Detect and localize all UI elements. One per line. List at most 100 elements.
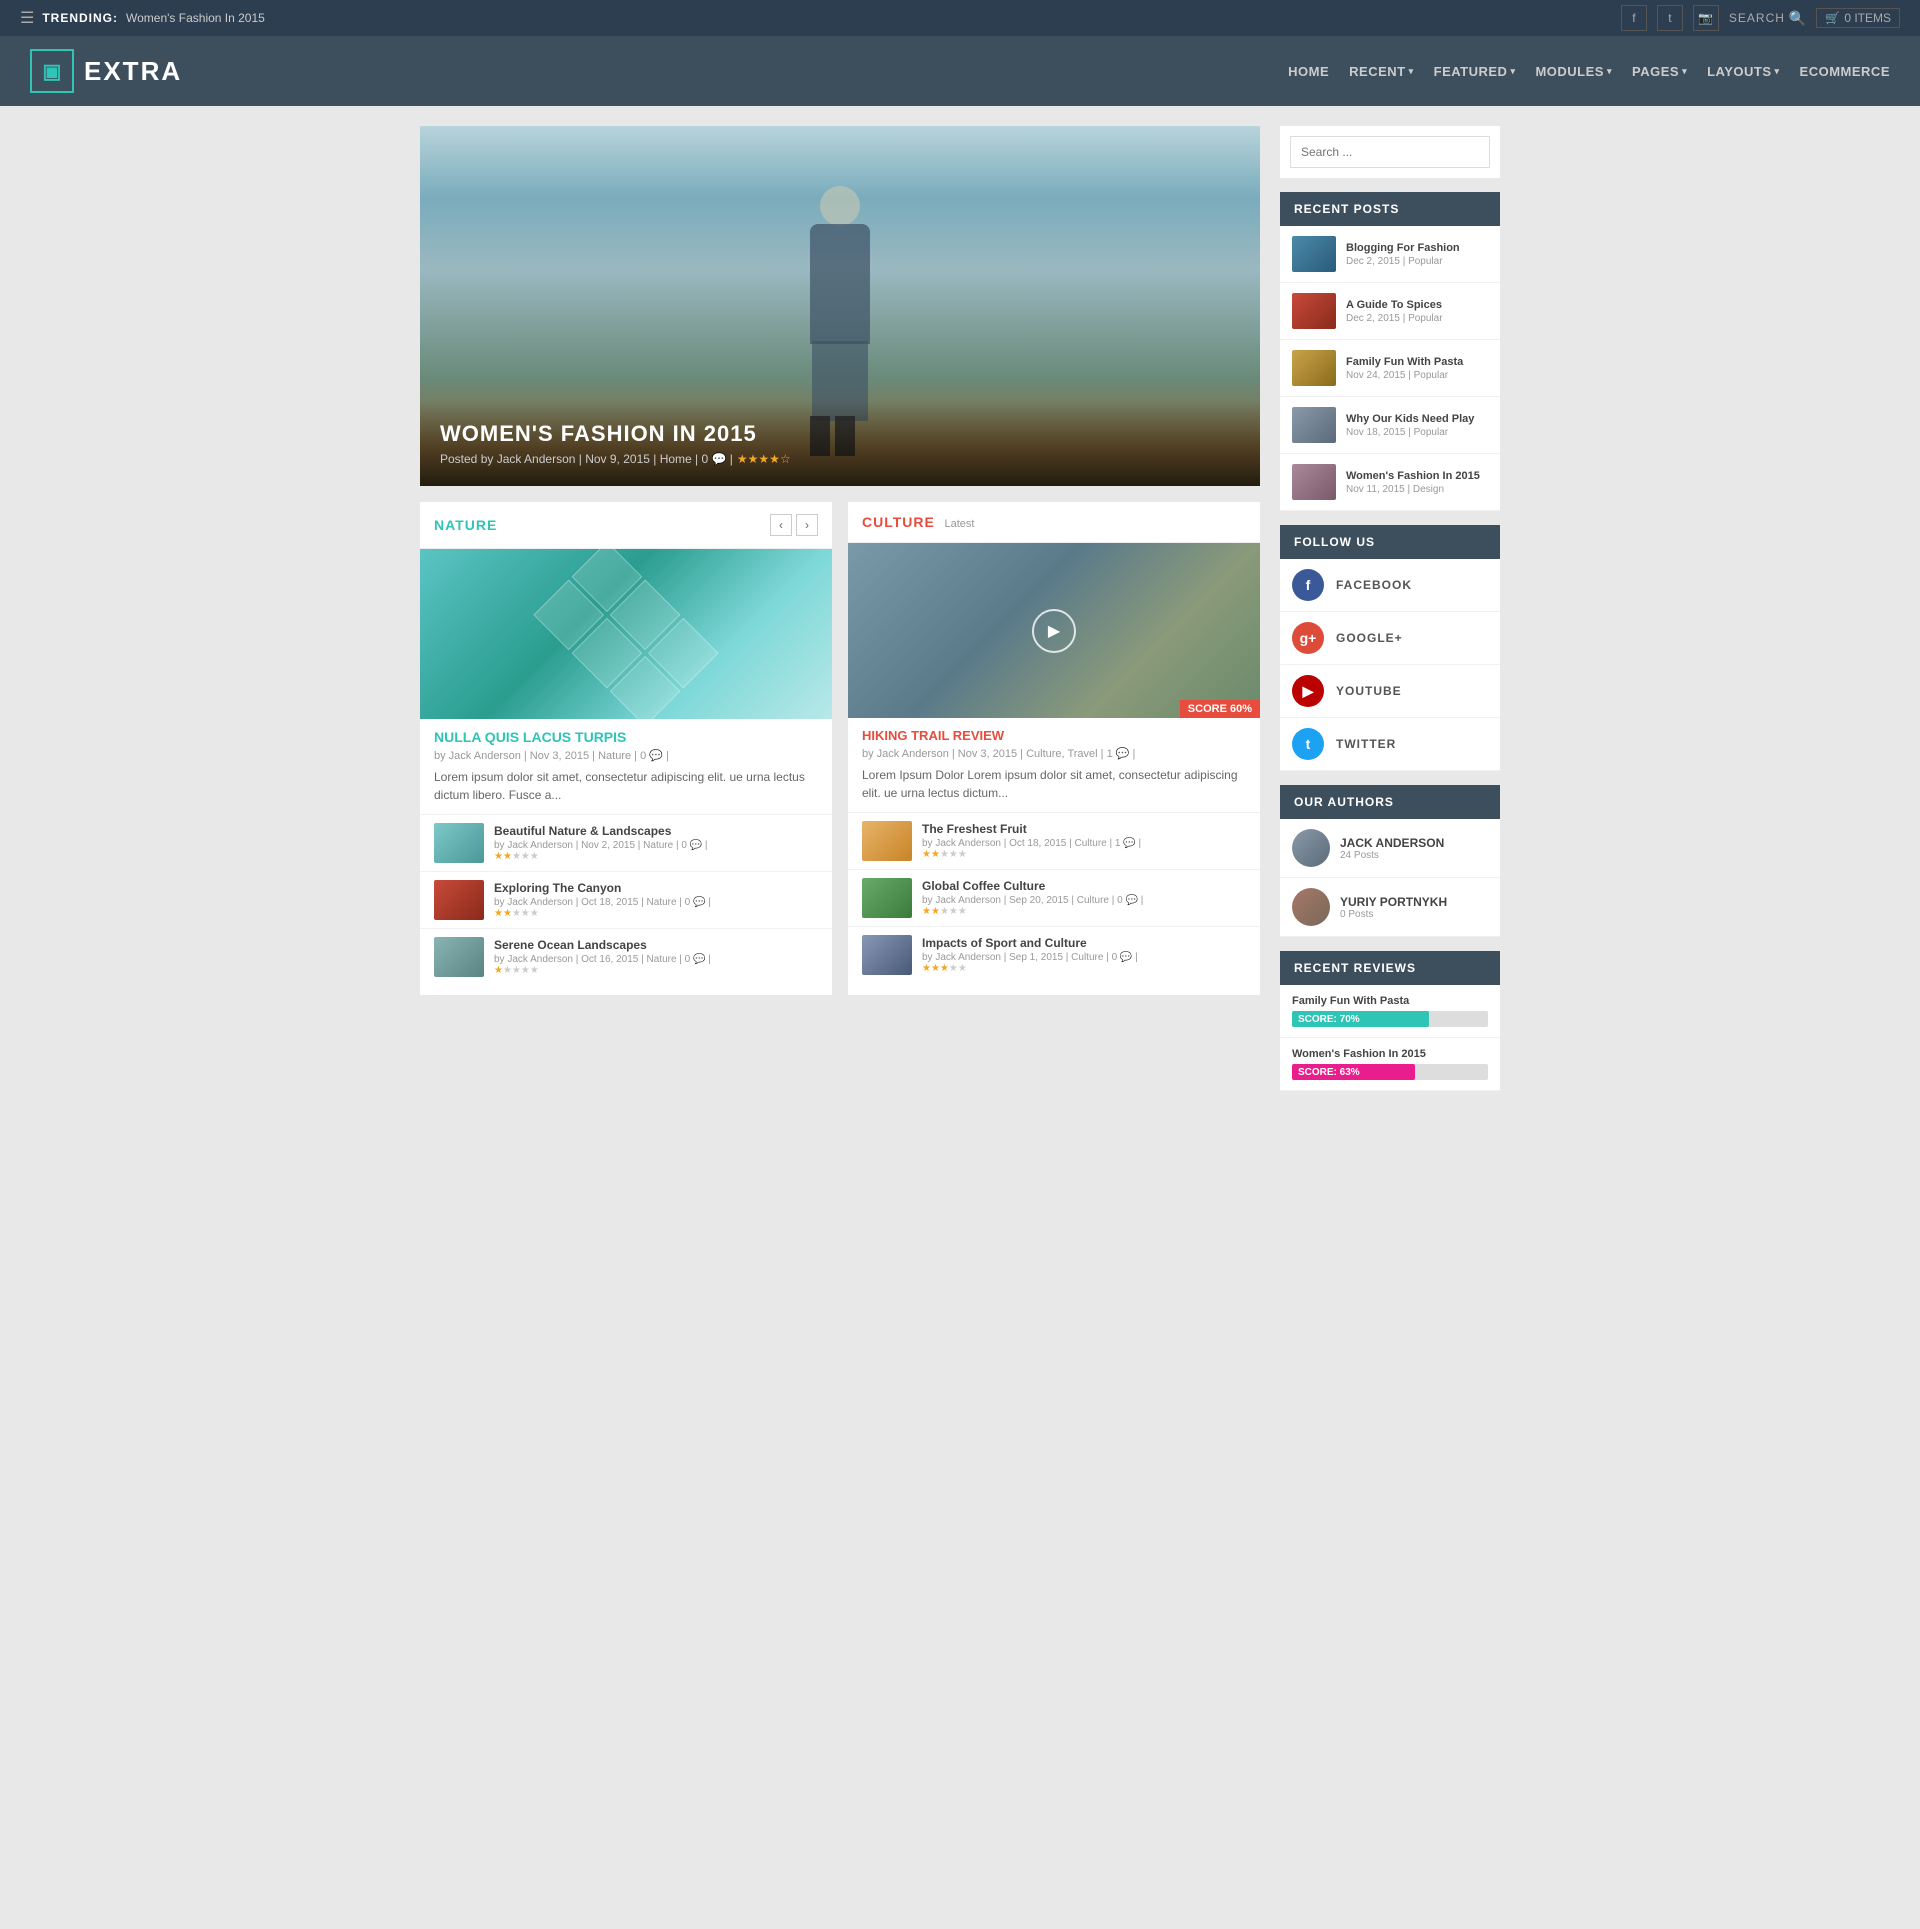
recent-posts-widget: RECENT POSTS Blogging For Fashion Dec 2,… xyxy=(1280,192,1500,511)
thumb xyxy=(434,937,484,977)
list-item: The Freshest Fruit by Jack Anderson | Oc… xyxy=(848,812,1260,869)
recent-post-content: Blogging For Fashion Dec 2, 2015 | Popul… xyxy=(1346,242,1460,267)
recent-post-item: Why Our Kids Need Play Nov 18, 2015 | Po… xyxy=(1280,397,1500,454)
nature-featured-meta: by Jack Anderson | Nov 3, 2015 | Nature … xyxy=(420,749,832,762)
follow-google[interactable]: g+ GOOGLE+ xyxy=(1280,612,1500,665)
recent-post-item: A Guide To Spices Dec 2, 2015 | Popular xyxy=(1280,283,1500,340)
nature-header: NATURE ‹ › xyxy=(420,502,832,549)
recent-post-title[interactable]: Women's Fashion In 2015 xyxy=(1346,470,1480,482)
nature-prev-button[interactable]: ‹ xyxy=(770,514,792,536)
list-item-title[interactable]: The Freshest Fruit xyxy=(922,822,1141,836)
nav-home[interactable]: HOME xyxy=(1288,64,1329,79)
culture-video[interactable]: ▶ SCORE 60% xyxy=(848,543,1260,718)
authors-widget: OUR AUTHORS JACK ANDERSON 24 Posts YURIY… xyxy=(1280,785,1500,937)
star-rating: ★★★★★ xyxy=(922,963,1138,974)
site-logo[interactable]: ▣ EXTRA xyxy=(30,49,182,93)
nav-modules[interactable]: MODULES▾ xyxy=(1535,64,1612,79)
follow-facebook[interactable]: f FACEBOOK xyxy=(1280,559,1500,612)
list-item-title[interactable]: Impacts of Sport and Culture xyxy=(922,936,1138,950)
hero-section: WOMEN'S FASHION IN 2015 Posted by Jack A… xyxy=(420,126,1260,486)
facebook-icon[interactable]: f xyxy=(1621,5,1647,31)
trending-label: TRENDING: xyxy=(42,11,118,25)
list-item-content: Serene Ocean Landscapes by Jack Anderson… xyxy=(494,938,711,976)
sidebar: RECENT POSTS Blogging For Fashion Dec 2,… xyxy=(1280,126,1500,1105)
play-button[interactable]: ▶ xyxy=(1032,609,1076,653)
list-item-meta: by Jack Anderson | Sep 1, 2015 | Culture… xyxy=(922,952,1138,963)
recent-thumb xyxy=(1292,236,1336,272)
nav-layouts[interactable]: LAYOUTS▾ xyxy=(1707,64,1779,79)
thumb-image xyxy=(1292,350,1336,386)
recent-post-meta: Nov 11, 2015 | Design xyxy=(1346,484,1480,495)
list-item-content: The Freshest Fruit by Jack Anderson | Oc… xyxy=(922,822,1141,860)
list-item: Impacts of Sport and Culture by Jack And… xyxy=(848,926,1260,983)
list-item-content: Beautiful Nature & Landscapes by Jack An… xyxy=(494,824,708,862)
recent-post-title[interactable]: Blogging For Fashion xyxy=(1346,242,1460,254)
top-bar-left: ☰ TRENDING: Women's Fashion In 2015 xyxy=(20,8,265,28)
sidebar-search-input[interactable] xyxy=(1290,136,1490,168)
nature-next-button[interactable]: › xyxy=(796,514,818,536)
recent-thumb xyxy=(1292,350,1336,386)
cart-button[interactable]: 🛒 0 ITEMS xyxy=(1816,8,1900,28)
follow-youtube[interactable]: ▶ YOUTUBE xyxy=(1280,665,1500,718)
thumb-image xyxy=(862,821,912,861)
author-item: JACK ANDERSON 24 Posts xyxy=(1280,819,1500,878)
cart-icon: 🛒 xyxy=(1825,11,1840,25)
star-rating: ★★★★★ xyxy=(922,906,1143,917)
thumb-image xyxy=(434,937,484,977)
nav-ecommerce[interactable]: ECOMMERCE xyxy=(1800,64,1890,79)
twitter-icon[interactable]: t xyxy=(1657,5,1683,31)
culture-featured-title[interactable]: HIKING TRAIL REVIEW xyxy=(848,718,1260,747)
list-item-title[interactable]: Global Coffee Culture xyxy=(922,879,1143,893)
follow-us-widget: FOLLOW US f FACEBOOK g+ GOOGLE+ ▶ YOUTUB… xyxy=(1280,525,1500,771)
main-container: WOMEN'S FASHION IN 2015 Posted by Jack A… xyxy=(410,126,1510,1105)
review-score-track: SCORE: 63% xyxy=(1292,1064,1488,1080)
author-name[interactable]: JACK ANDERSON xyxy=(1340,836,1444,850)
instagram-icon[interactable]: 📷 xyxy=(1693,5,1719,31)
nature-title: NATURE xyxy=(434,517,497,533)
search-button[interactable]: 🔍 xyxy=(1789,10,1806,27)
avatar-image xyxy=(1292,829,1330,867)
thumb xyxy=(862,935,912,975)
culture-featured-excerpt: Lorem Ipsum Dolor Lorem ipsum dolor sit … xyxy=(848,760,1260,812)
reviews-widget: RECENT REVIEWS Family Fun With Pasta SCO… xyxy=(1280,951,1500,1091)
list-item-title[interactable]: Serene Ocean Landscapes xyxy=(494,938,711,952)
list-item-meta: by Jack Anderson | Oct 18, 2015 | Nature… xyxy=(494,897,711,908)
score-badge: SCORE 60% xyxy=(1180,700,1260,718)
diamond-pattern xyxy=(533,549,718,719)
list-item: Beautiful Nature & Landscapes by Jack An… xyxy=(420,814,832,871)
star-rating: ★★★★★ xyxy=(494,965,711,976)
recent-post-title[interactable]: Family Fun With Pasta xyxy=(1346,356,1463,368)
search-label: SEARCH xyxy=(1729,11,1785,25)
review-score-track: SCORE: 70% xyxy=(1292,1011,1488,1027)
recent-post-content: A Guide To Spices Dec 2, 2015 | Popular xyxy=(1346,299,1443,324)
list-item-title[interactable]: Beautiful Nature & Landscapes xyxy=(494,824,708,838)
nav-pages[interactable]: PAGES▾ xyxy=(1632,64,1687,79)
recent-post-title[interactable]: Why Our Kids Need Play xyxy=(1346,413,1474,425)
author-info: YURIY PORTNYKH 0 Posts xyxy=(1340,895,1447,920)
thumb-image xyxy=(434,880,484,920)
culture-title: CULTURE xyxy=(862,514,935,530)
author-info: JACK ANDERSON 24 Posts xyxy=(1340,836,1444,861)
thumb-image xyxy=(1292,236,1336,272)
star-rating: ★★★★★ xyxy=(922,849,1141,860)
author-avatar xyxy=(1292,888,1330,926)
list-item-meta: by Jack Anderson | Oct 18, 2015 | Cultur… xyxy=(922,838,1141,849)
recent-post-title[interactable]: A Guide To Spices xyxy=(1346,299,1443,311)
list-item-content: Exploring The Canyon by Jack Anderson | … xyxy=(494,881,711,919)
main-nav: HOME RECENT▾ FEATURED▾ MODULES▾ PAGES▾ L… xyxy=(1288,64,1890,79)
culture-section: CULTURE Latest ▶ SCORE 60% HIKING TRAIL … xyxy=(848,502,1260,995)
recent-post-meta: Dec 2, 2015 | Popular xyxy=(1346,256,1460,267)
hamburger-icon[interactable]: ☰ xyxy=(20,8,34,28)
list-item-title[interactable]: Exploring The Canyon xyxy=(494,881,711,895)
list-item-content: Impacts of Sport and Culture by Jack And… xyxy=(922,936,1138,974)
culture-featured-meta: by Jack Anderson | Nov 3, 2015 | Culture… xyxy=(848,747,1260,760)
nature-featured-title[interactable]: NULLA QUIS LACUS TURPIS xyxy=(420,719,832,749)
nav-recent[interactable]: RECENT▾ xyxy=(1349,64,1413,79)
recent-post-content: Family Fun With Pasta Nov 24, 2015 | Pop… xyxy=(1346,356,1463,381)
review-score-text: SCORE: 63% xyxy=(1298,1067,1360,1078)
recent-thumb xyxy=(1292,407,1336,443)
logo-icon: ▣ xyxy=(30,49,74,93)
nav-featured[interactable]: FEATURED▾ xyxy=(1434,64,1516,79)
author-name[interactable]: YURIY PORTNYKH xyxy=(1340,895,1447,909)
follow-twitter[interactable]: t TWITTER xyxy=(1280,718,1500,771)
